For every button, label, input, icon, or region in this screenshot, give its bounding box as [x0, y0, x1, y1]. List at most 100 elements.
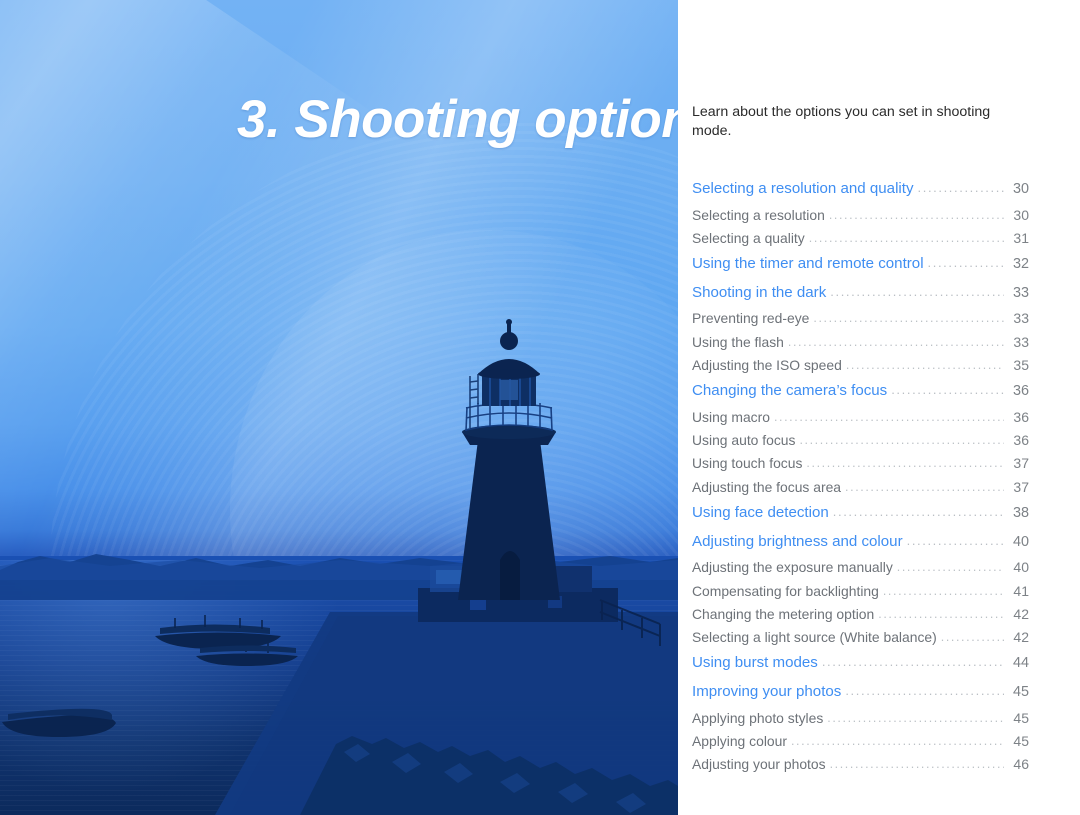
toc-entry-page-number: 35	[1013, 356, 1029, 373]
table-of-contents: Selecting a resolution and quality......…	[692, 175, 1029, 777]
toc-entry-minor[interactable]: Adjusting your photos...................…	[692, 753, 1029, 776]
toc-entry-label: Using the flash	[692, 333, 784, 350]
lighthouse-silhouette	[458, 425, 560, 600]
toc-entry-minor[interactable]: Compensating for backlighting...........…	[692, 580, 1029, 603]
toc-leader-dots: ........................................…	[940, 630, 1004, 645]
toc-entry-page-number: 31	[1013, 229, 1029, 246]
chapter-contents-panel: Learn about the options you can set in s…	[678, 0, 1080, 815]
toc-entry-page-number: 41	[1013, 582, 1029, 599]
toc-leader-dots: ........................................…	[917, 180, 1004, 195]
toc-leader-dots: ........................................…	[845, 479, 1004, 494]
toc-entry-minor[interactable]: Preventing red-eye......................…	[692, 307, 1029, 330]
toc-entry-major[interactable]: Shooting in the dark....................…	[692, 279, 1029, 308]
toc-entry-label: Applying colour	[692, 732, 787, 749]
toc-entry-minor[interactable]: Using the flash.........................…	[692, 331, 1029, 354]
toc-entry-label: Shooting in the dark	[692, 283, 827, 301]
toc-entry-page-number: 45	[1013, 709, 1029, 726]
toc-leader-dots: ........................................…	[827, 710, 1004, 725]
toc-entry-label: Selecting a quality	[692, 229, 805, 246]
toc-entry-page-number: 37	[1013, 455, 1029, 472]
toc-entry-minor[interactable]: Selecting a resolution..................…	[692, 204, 1029, 227]
toc-entry-minor[interactable]: Using macro.............................…	[692, 406, 1029, 429]
toc-entry-label: Using face detection	[692, 504, 829, 522]
toc-entry-major[interactable]: Using the timer and remote control......…	[692, 250, 1029, 279]
toc-entry-minor[interactable]: Adjusting the focus area................…	[692, 476, 1029, 499]
toc-entry-page-number: 30	[1012, 181, 1029, 197]
toc-entry-page-number: 45	[1012, 684, 1029, 701]
toc-entry-label: Using touch focus	[692, 455, 803, 472]
toc-entry-minor[interactable]: Selecting a light source (White balance)…	[692, 626, 1029, 649]
toc-leader-dots: ........................................…	[927, 255, 1004, 271]
toc-entry-page-number: 42	[1013, 629, 1029, 646]
toc-entry-page-number: 37	[1013, 478, 1029, 495]
toc-leader-dots: ........................................…	[821, 654, 1004, 670]
toc-entry-label: Adjusting brightness and colour	[692, 532, 903, 550]
toc-entry-minor[interactable]: Applying photo styles...................…	[692, 707, 1029, 730]
fishing-boats	[155, 615, 298, 666]
chapter-cover-photo: 3. Shooting options	[0, 0, 678, 815]
toc-entry-minor[interactable]: Applying colour.........................…	[692, 730, 1029, 753]
toc-entry-page-number: 36	[1012, 383, 1029, 400]
toc-leader-dots: ........................................…	[806, 456, 1004, 471]
toc-entry-page-number: 36	[1013, 432, 1029, 449]
toc-entry-label: Using auto focus	[692, 432, 796, 449]
toc-entry-page-number: 36	[1013, 408, 1029, 425]
toc-leader-dots: ........................................…	[829, 757, 1004, 772]
toc-entry-minor[interactable]: Using touch focus.......................…	[692, 452, 1029, 475]
toc-entry-label: Using burst modes	[692, 654, 818, 672]
toc-entry-label: Compensating for backlighting	[692, 582, 879, 599]
toc-entry-minor[interactable]: Adjusting the ISO speed.................…	[692, 354, 1029, 377]
toc-entry-page-number: 33	[1013, 310, 1029, 327]
toc-entry-major[interactable]: Adjusting brightness and colour.........…	[692, 528, 1029, 557]
toc-entry-label: Adjusting the focus area	[692, 478, 842, 495]
toc-entry-major[interactable]: Using burst modes.......................…	[692, 649, 1029, 678]
toc-entry-label: Adjusting the exposure manually	[692, 559, 893, 576]
toc-entry-major[interactable]: Changing the camera’s focus.............…	[692, 377, 1029, 406]
toc-entry-page-number: 40	[1013, 559, 1029, 576]
toc-entry-page-number: 33	[1013, 333, 1029, 350]
toc-entry-minor[interactable]: Changing the metering option............…	[692, 603, 1029, 626]
toc-entry-page-number: 45	[1013, 732, 1029, 749]
toc-leader-dots: ........................................…	[790, 733, 1004, 748]
toc-entry-major[interactable]: Selecting a resolution and quality......…	[692, 175, 1029, 204]
toc-entry-label: Selecting a light source (White balance)	[692, 629, 937, 646]
toc-entry-minor[interactable]: Adjusting the exposure manually.........…	[692, 556, 1029, 579]
toc-entry-page-number: 42	[1013, 605, 1029, 622]
toc-leader-dots: ........................................…	[830, 283, 1004, 299]
toc-leader-dots: ........................................…	[787, 334, 1004, 349]
toc-leader-dots: ........................................…	[799, 433, 1004, 448]
toc-entry-page-number: 38	[1012, 505, 1029, 522]
toc-entry-label: Applying photo styles	[692, 709, 824, 726]
toc-entry-label: Improving your photos	[692, 683, 842, 701]
toc-leader-dots: ........................................…	[906, 532, 1004, 548]
toc-entry-page-number: 46	[1013, 756, 1029, 773]
toc-entry-label: Changing the camera’s focus	[692, 382, 888, 400]
rowboat	[2, 708, 116, 737]
toc-entry-label: Adjusting your photos	[692, 756, 826, 773]
toc-entry-minor[interactable]: Selecting a quality.....................…	[692, 227, 1029, 250]
toc-entry-label: Preventing red-eye	[692, 310, 810, 327]
toc-leader-dots: ........................................…	[845, 683, 1004, 699]
toc-entry-label: Changing the metering option	[692, 605, 875, 622]
toc-leader-dots: ........................................…	[813, 311, 1004, 326]
toc-entry-label: Using the timer and remote control	[692, 255, 924, 273]
toc-entry-label: Selecting a resolution	[692, 206, 825, 223]
toc-leader-dots: ........................................…	[896, 560, 1004, 575]
toc-entry-major[interactable]: Improving your photos...................…	[692, 678, 1029, 707]
toc-entry-major[interactable]: Using face detection....................…	[692, 499, 1029, 528]
toc-entry-minor[interactable]: Using auto focus........................…	[692, 429, 1029, 452]
toc-entry-page-number: 33	[1012, 284, 1029, 301]
toc-leader-dots: ........................................…	[832, 504, 1004, 520]
lighthouse-ladder	[469, 374, 479, 428]
toc-leader-dots: ........................................…	[891, 382, 1004, 398]
toc-leader-dots: ........................................…	[845, 357, 1004, 372]
toc-entry-page-number: 44	[1012, 655, 1029, 672]
toc-entry-page-number: 40	[1012, 533, 1029, 550]
page-title: 3. Shooting options	[237, 90, 678, 149]
lantern-room	[478, 319, 540, 406]
manual-chapter-divider-page: 3. Shooting options Learn about the opti…	[0, 0, 1080, 815]
toc-leader-dots: ........................................…	[773, 409, 1004, 424]
toc-leader-dots: ........................................…	[878, 606, 1004, 621]
toc-leader-dots: ........................................…	[882, 583, 1004, 598]
toc-entry-label: Selecting a resolution and quality	[692, 180, 914, 197]
